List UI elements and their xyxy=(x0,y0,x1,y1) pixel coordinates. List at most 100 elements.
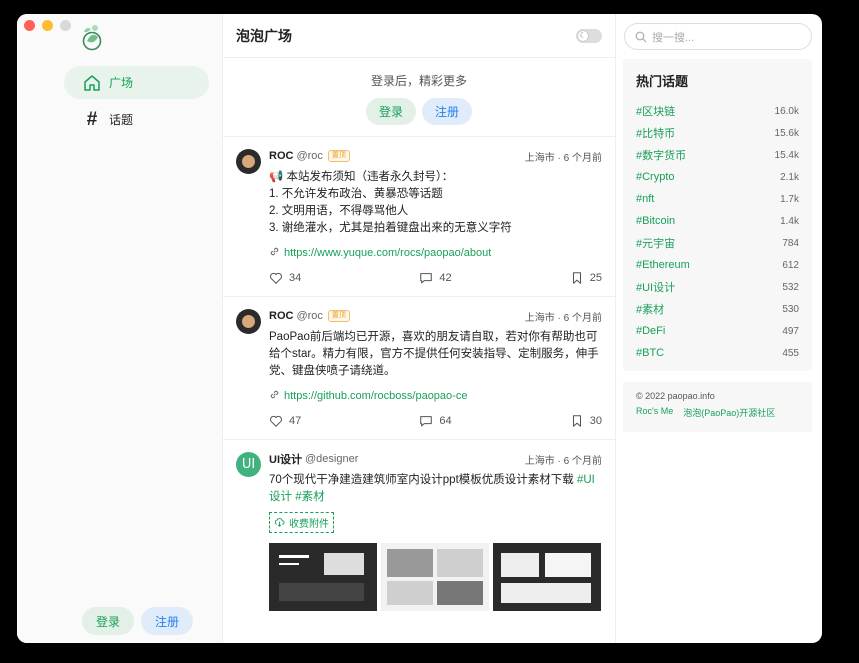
like-button[interactable]: 47 xyxy=(269,414,301,428)
bookmark-icon xyxy=(572,272,581,284)
pinned-badge: 置顶 xyxy=(327,150,350,162)
topic-name[interactable]: #nft xyxy=(636,193,654,205)
topic-item[interactable]: #数字货币 15.4k xyxy=(636,144,799,166)
post-meta: 上海市 · 6 个月前 xyxy=(524,455,602,467)
author-name[interactable]: UI设计 xyxy=(269,451,302,467)
topic-item[interactable]: #UI设计 532 xyxy=(636,276,799,298)
post-item[interactable]: ROC @roc 置顶 上海市 · 6 个月前 📢 本站发布须知（违者永久封号）… xyxy=(223,137,615,297)
topic-count: 532 xyxy=(782,281,799,293)
post-link-url[interactable]: https://github.com/rocboss/paopao-ce xyxy=(284,390,467,402)
topic-name[interactable]: #DeFi xyxy=(636,325,665,337)
moon-icon: ☾ xyxy=(577,29,589,42)
topic-count: 612 xyxy=(782,259,799,271)
post-content: 70个现代干净建造建筑师室内设计ppt模板优质设计素材下载 #UI设计 #素材 xyxy=(269,472,602,506)
post-item[interactable]: ROC @roc 置顶 上海市 · 6 个月前 PaoPao前后端均已开源，喜欢… xyxy=(223,297,615,440)
footer-link-community[interactable]: 泡泡(PaoPao)开源社区 xyxy=(683,406,775,419)
post-actions: 34 42 25 xyxy=(269,260,602,296)
topic-item[interactable]: #区块链 16.0k xyxy=(636,100,799,122)
paopao-logo-icon[interactable] xyxy=(78,23,105,51)
post-meta: 上海市 · 6 个月前 xyxy=(524,312,602,324)
topic-name[interactable]: #BTC xyxy=(636,347,664,359)
sidebar-register-button[interactable]: 注册 xyxy=(141,607,194,635)
cloud-download-icon xyxy=(274,518,285,527)
author-handle: @roc xyxy=(296,310,323,322)
topic-item[interactable]: #比特币 15.6k xyxy=(636,122,799,144)
like-button[interactable]: 34 xyxy=(269,271,301,285)
comment-button[interactable]: 64 xyxy=(419,414,452,428)
topic-name[interactable]: #数字货币 xyxy=(636,147,686,163)
post-content: 📢 本站发布须知（违者永久封号）： 1. 不允许发布政治、黄暴恐等话题 2. 文… xyxy=(269,169,602,237)
comment-icon xyxy=(420,416,433,427)
collect-button[interactable]: 30 xyxy=(570,414,602,428)
post-image[interactable] xyxy=(493,543,601,611)
close-window-button[interactable] xyxy=(24,20,35,31)
post-content: PaoPao前后端均已开源，喜欢的朋友请自取，若对你有帮助也可给个star。精力… xyxy=(269,331,599,377)
post-link[interactable]: https://github.com/rocboss/paopao-ce xyxy=(269,389,602,403)
topic-name[interactable]: #区块链 xyxy=(636,103,675,119)
topic-item[interactable]: #Crypto 2.1k xyxy=(636,166,799,188)
search-input[interactable]: 搜一搜... xyxy=(624,23,812,50)
topic-name[interactable]: #素材 xyxy=(636,301,664,317)
post-tag[interactable]: #素材 xyxy=(295,491,324,503)
attachment-label: 收费附件 xyxy=(289,519,329,530)
author-name[interactable]: ROC xyxy=(269,310,293,322)
maximize-window-button[interactable] xyxy=(60,20,71,31)
topic-name[interactable]: #比特币 xyxy=(636,125,675,141)
link-icon xyxy=(269,246,280,260)
avatar[interactable] xyxy=(236,149,261,174)
topic-item[interactable]: #素材 530 xyxy=(636,298,799,320)
post-image[interactable] xyxy=(269,543,377,611)
like-count: 34 xyxy=(289,272,302,284)
post-link[interactable]: https://www.yuque.com/rocs/paopao/about xyxy=(269,246,602,260)
link-icon xyxy=(269,389,280,403)
topic-item[interactable]: #Ethereum 612 xyxy=(636,254,799,276)
post-image[interactable] xyxy=(381,543,489,611)
topic-item[interactable]: #nft 1.7k xyxy=(636,188,799,210)
comment-icon xyxy=(420,273,433,284)
hot-topics-card: 热门话题 #区块链 16.0k #比特币 15.6k #数字货币 15.4k #Crypto… xyxy=(623,59,812,371)
topic-name[interactable]: #Crypto xyxy=(636,171,675,183)
register-button[interactable]: 注册 xyxy=(422,98,473,125)
collect-count: 30 xyxy=(589,415,602,427)
login-button[interactable]: 登录 xyxy=(365,98,416,125)
topic-name[interactable]: #元宇宙 xyxy=(636,235,675,251)
post-text: 70个现代干净建造建筑师室内设计ppt模板优质设计素材下载 xyxy=(269,474,574,486)
topic-count: 1.4k xyxy=(780,215,799,227)
sidebar-login-button[interactable]: 登录 xyxy=(82,607,135,635)
topic-count: 16.0k xyxy=(774,105,799,117)
topic-item[interactable]: #元宇宙 784 xyxy=(636,232,799,254)
footer-link-rocs-me[interactable]: Roc's Me xyxy=(636,406,673,419)
right-panel: 搜一搜... 热门话题 #区块链 16.0k #比特币 15.6k #数字货币 15.4k… xyxy=(616,14,822,643)
topic-name[interactable]: #Ethereum xyxy=(636,259,690,271)
post-item[interactable]: UI UI设计 @designer 上海市 · 6 个月前 70个现代干净建造建… xyxy=(223,440,615,611)
collect-button[interactable]: 25 xyxy=(570,271,602,285)
home-icon xyxy=(83,74,101,92)
theme-toggle[interactable]: ☾ xyxy=(576,28,602,43)
sidebar-item-topics[interactable]: # 话题 xyxy=(64,103,209,136)
heart-icon xyxy=(270,415,282,427)
comment-count: 64 xyxy=(439,415,452,427)
avatar[interactable] xyxy=(236,309,261,334)
post-line: 3. 谢绝灌水，尤其是拍着键盘出来的无意义字符 xyxy=(269,222,512,234)
copyright-text: © 2022 paopao.info xyxy=(636,391,715,401)
topic-count: 15.6k xyxy=(774,127,799,139)
footer: © 2022 paopao.info Roc's Me 泡泡(PaoPao)开源… xyxy=(623,382,812,432)
paid-attachment-button[interactable]: 收费附件 xyxy=(269,512,334,533)
author-handle: @roc xyxy=(296,150,323,162)
topic-name[interactable]: #UI设计 xyxy=(636,279,675,295)
topic-item[interactable]: #BTC 455 xyxy=(636,342,799,364)
topic-item[interactable]: #Bitcoin 1.4k xyxy=(636,210,799,232)
heart-icon xyxy=(270,272,282,284)
page-title: 泡泡广场 xyxy=(236,27,292,44)
sidebar-item-square[interactable]: 广场 xyxy=(64,66,209,99)
minimize-window-button[interactable] xyxy=(42,20,53,31)
topic-name[interactable]: #Bitcoin xyxy=(636,215,675,227)
comment-button[interactable]: 42 xyxy=(419,271,452,285)
author-name[interactable]: ROC xyxy=(269,150,293,162)
avatar[interactable]: UI xyxy=(236,452,261,477)
collect-count: 25 xyxy=(589,272,602,284)
topic-item[interactable]: #DeFi 497 xyxy=(636,320,799,342)
post-line: 1. 不允许发布政治、黄暴恐等话题 xyxy=(269,188,443,200)
post-link-url[interactable]: https://www.yuque.com/rocs/paopao/about xyxy=(284,247,491,259)
topic-count: 784 xyxy=(782,237,799,249)
